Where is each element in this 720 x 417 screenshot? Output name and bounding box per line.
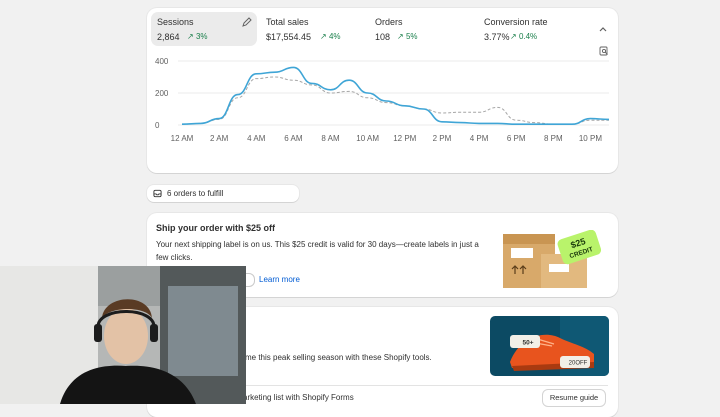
inbox-icon: [153, 189, 162, 198]
metric-label: Total sales: [266, 17, 309, 27]
metric-change-value: 4%: [328, 32, 341, 41]
setup-task-marketing-list[interactable]: arketing list with Shopify Forms: [243, 393, 354, 402]
orders-to-fulfill-label: 6 orders to fulfill: [167, 189, 224, 198]
webcam-video-frame: [0, 266, 246, 404]
y-tick-label: 200: [155, 89, 169, 98]
metric-label: Orders: [375, 17, 403, 27]
y-tick-label: 0: [155, 121, 160, 130]
x-tick-label: 12 PM: [393, 134, 416, 143]
metric-label: Conversion rate: [484, 17, 548, 27]
x-tick-label: 12 AM: [171, 134, 194, 143]
metric-value: 3.77%: [484, 32, 510, 42]
metric-value: 108: [375, 32, 391, 42]
x-tick-label: 10 PM: [579, 134, 602, 143]
x-tick-label: 10 AM: [356, 134, 379, 143]
report-search-icon[interactable]: [599, 46, 609, 56]
metric-change: ↗ 3%: [187, 32, 208, 41]
x-tick-label: 6 PM: [507, 134, 526, 143]
shipping-promo-body: Your next shipping label is on us. This …: [156, 240, 479, 262]
metrics-row: Sessions 2,864 ↗ 3% Total sales $17,554.…: [151, 12, 614, 48]
learn-more-link[interactable]: Learn more: [259, 275, 300, 284]
resume-guide-button[interactable]: Resume guide: [542, 389, 606, 407]
metric-orders[interactable]: Orders 108 ↗ 5%: [369, 12, 475, 46]
shipping-boxes-illustration: $25 CREDIT: [503, 230, 601, 288]
x-tick-label: 2 AM: [210, 134, 229, 143]
metric-total-sales[interactable]: Total sales $17,554.45 ↗ 4%: [260, 12, 366, 46]
promo-tag-count: 50+: [522, 340, 533, 347]
metric-change-value: 5%: [405, 32, 418, 41]
x-tick-label: 4 PM: [470, 134, 489, 143]
metric-change: ↗ 5%: [397, 32, 418, 41]
x-tick-label: 2 PM: [433, 134, 452, 143]
webcam-overlay: [0, 266, 246, 404]
metric-change-value: 0.4%: [518, 32, 538, 41]
metric-label: Sessions: [157, 17, 194, 27]
sneaker-promo-illustration: 50+ 20OFF: [490, 316, 609, 376]
x-tick-label: 8 PM: [544, 134, 563, 143]
orders-to-fulfill-button[interactable]: 6 orders to fulfill: [147, 185, 299, 202]
divider: [231, 385, 608, 386]
metric-change: ↗ 4%: [320, 32, 341, 41]
x-tick-label: 4 AM: [247, 134, 266, 143]
metric-conversion-rate[interactable]: Conversion rate 3.77% ↗ 0.4%: [478, 12, 590, 46]
metric-value: $17,554.45: [266, 32, 312, 42]
metric-value: 2,864: [157, 32, 180, 42]
comparison-series-line: [181, 76, 609, 125]
analytics-card: 400 200 0 12 AM 2 AM 4 AM 6 AM 8 AM 10 AM 12 PM 2 …: [147, 8, 618, 173]
metric-sessions[interactable]: Sessions 2,864 ↗ 3%: [151, 12, 257, 46]
setup-guide-description: time this peak selling season with these…: [241, 353, 432, 362]
y-tick-label: 400: [155, 57, 169, 66]
pencil-icon[interactable]: [242, 17, 252, 27]
shipping-promo-title: Ship your order with $25 off: [156, 223, 276, 233]
sessions-series-line: [181, 66, 610, 126]
metric-change-value: 3%: [195, 32, 208, 41]
x-tick-label: 8 AM: [321, 134, 340, 143]
metric-change: ↗ 0.4%: [510, 32, 538, 41]
chevron-up-icon[interactable]: [598, 25, 608, 33]
promo-tag-discount: 20OFF: [569, 361, 588, 367]
x-tick-label: 6 AM: [284, 134, 303, 143]
